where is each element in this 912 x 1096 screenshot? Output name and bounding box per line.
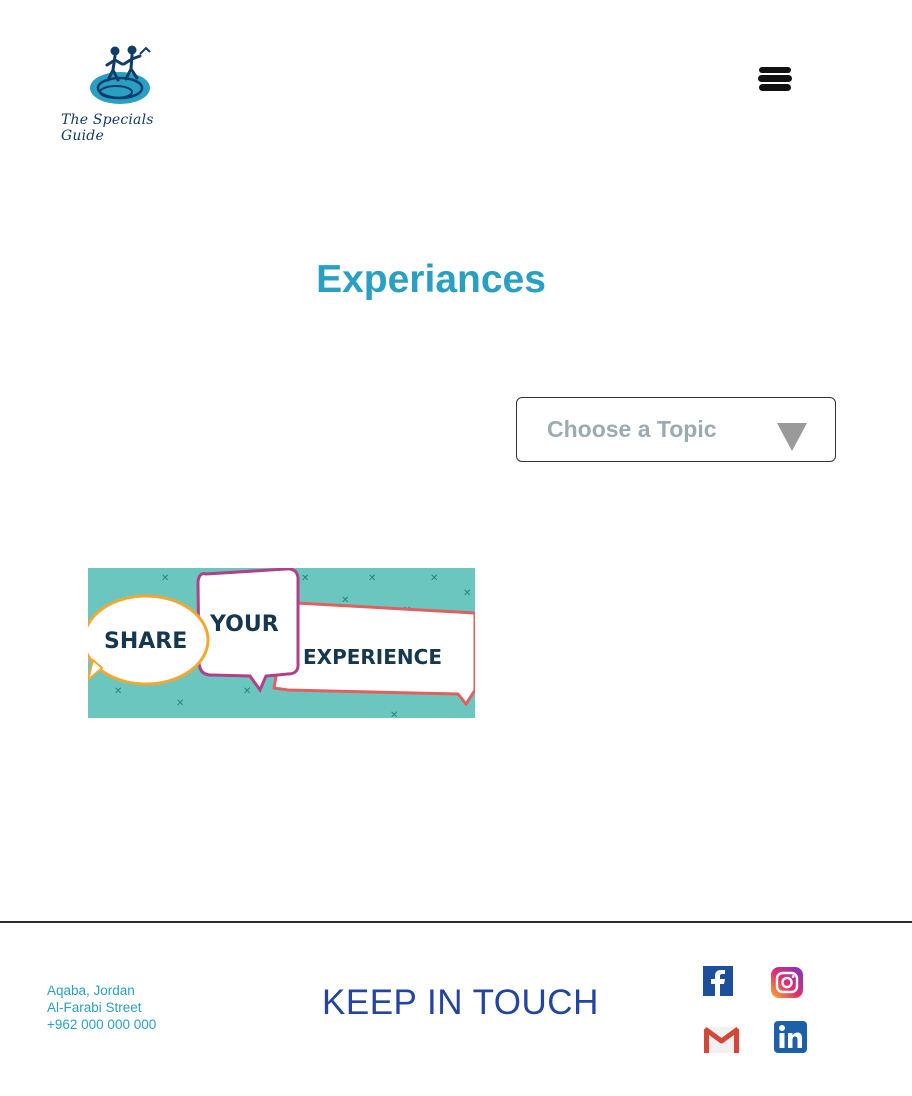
footer-divider xyxy=(0,921,912,923)
svg-text:✕: ✕ xyxy=(463,588,471,599)
keep-in-touch-heading: KEEP IN TOUCH xyxy=(322,983,599,1022)
share-experience-banner: ✕✕✕ ✕✕✕ ✕✕✕ ✕✕✕ ✕ SHARE YOUR EXPERIENCE xyxy=(88,568,475,718)
svg-text:✕: ✕ xyxy=(368,573,376,584)
facebook-link[interactable] xyxy=(703,966,733,996)
page-title: Experiances xyxy=(316,258,546,301)
instagram-icon xyxy=(771,967,803,998)
gmail-icon xyxy=(703,1026,740,1053)
address-line-street: Al-Farabi Street xyxy=(47,1000,142,1015)
logo-text: The Specials Guide xyxy=(61,112,154,144)
footer-address: Aqaba, Jordan Al-Farabi Street +962 000 … xyxy=(47,982,156,1033)
svg-text:✕: ✕ xyxy=(243,686,251,697)
svg-text:✕: ✕ xyxy=(114,686,122,697)
svg-text:✕: ✕ xyxy=(161,573,169,584)
instagram-link[interactable] xyxy=(770,966,804,999)
banner-word-your: YOUR xyxy=(209,612,279,637)
svg-text:✕: ✕ xyxy=(430,573,438,584)
topic-select[interactable]: Choose a Topic xyxy=(516,397,836,462)
menu-button[interactable] xyxy=(756,64,794,96)
banner-word-share: SHARE xyxy=(104,629,187,654)
facebook-icon xyxy=(703,966,733,996)
linkedin-link[interactable] xyxy=(773,1020,808,1054)
svg-text:✕: ✕ xyxy=(301,573,309,584)
hamburger-menu-icon xyxy=(758,67,792,91)
linkedin-icon xyxy=(774,1021,807,1053)
gmail-link[interactable] xyxy=(703,1024,740,1054)
svg-text:✕: ✕ xyxy=(176,698,184,709)
topic-select-label: Choose a Topic xyxy=(547,416,717,442)
banner-word-experience: EXPERIENCE xyxy=(303,645,442,669)
svg-text:✕: ✕ xyxy=(390,710,398,718)
triangle-down-icon xyxy=(777,423,807,451)
address-line-phone: +962 000 000 000 xyxy=(47,1017,157,1032)
address-line-city: Aqaba, Jordan xyxy=(47,983,135,998)
